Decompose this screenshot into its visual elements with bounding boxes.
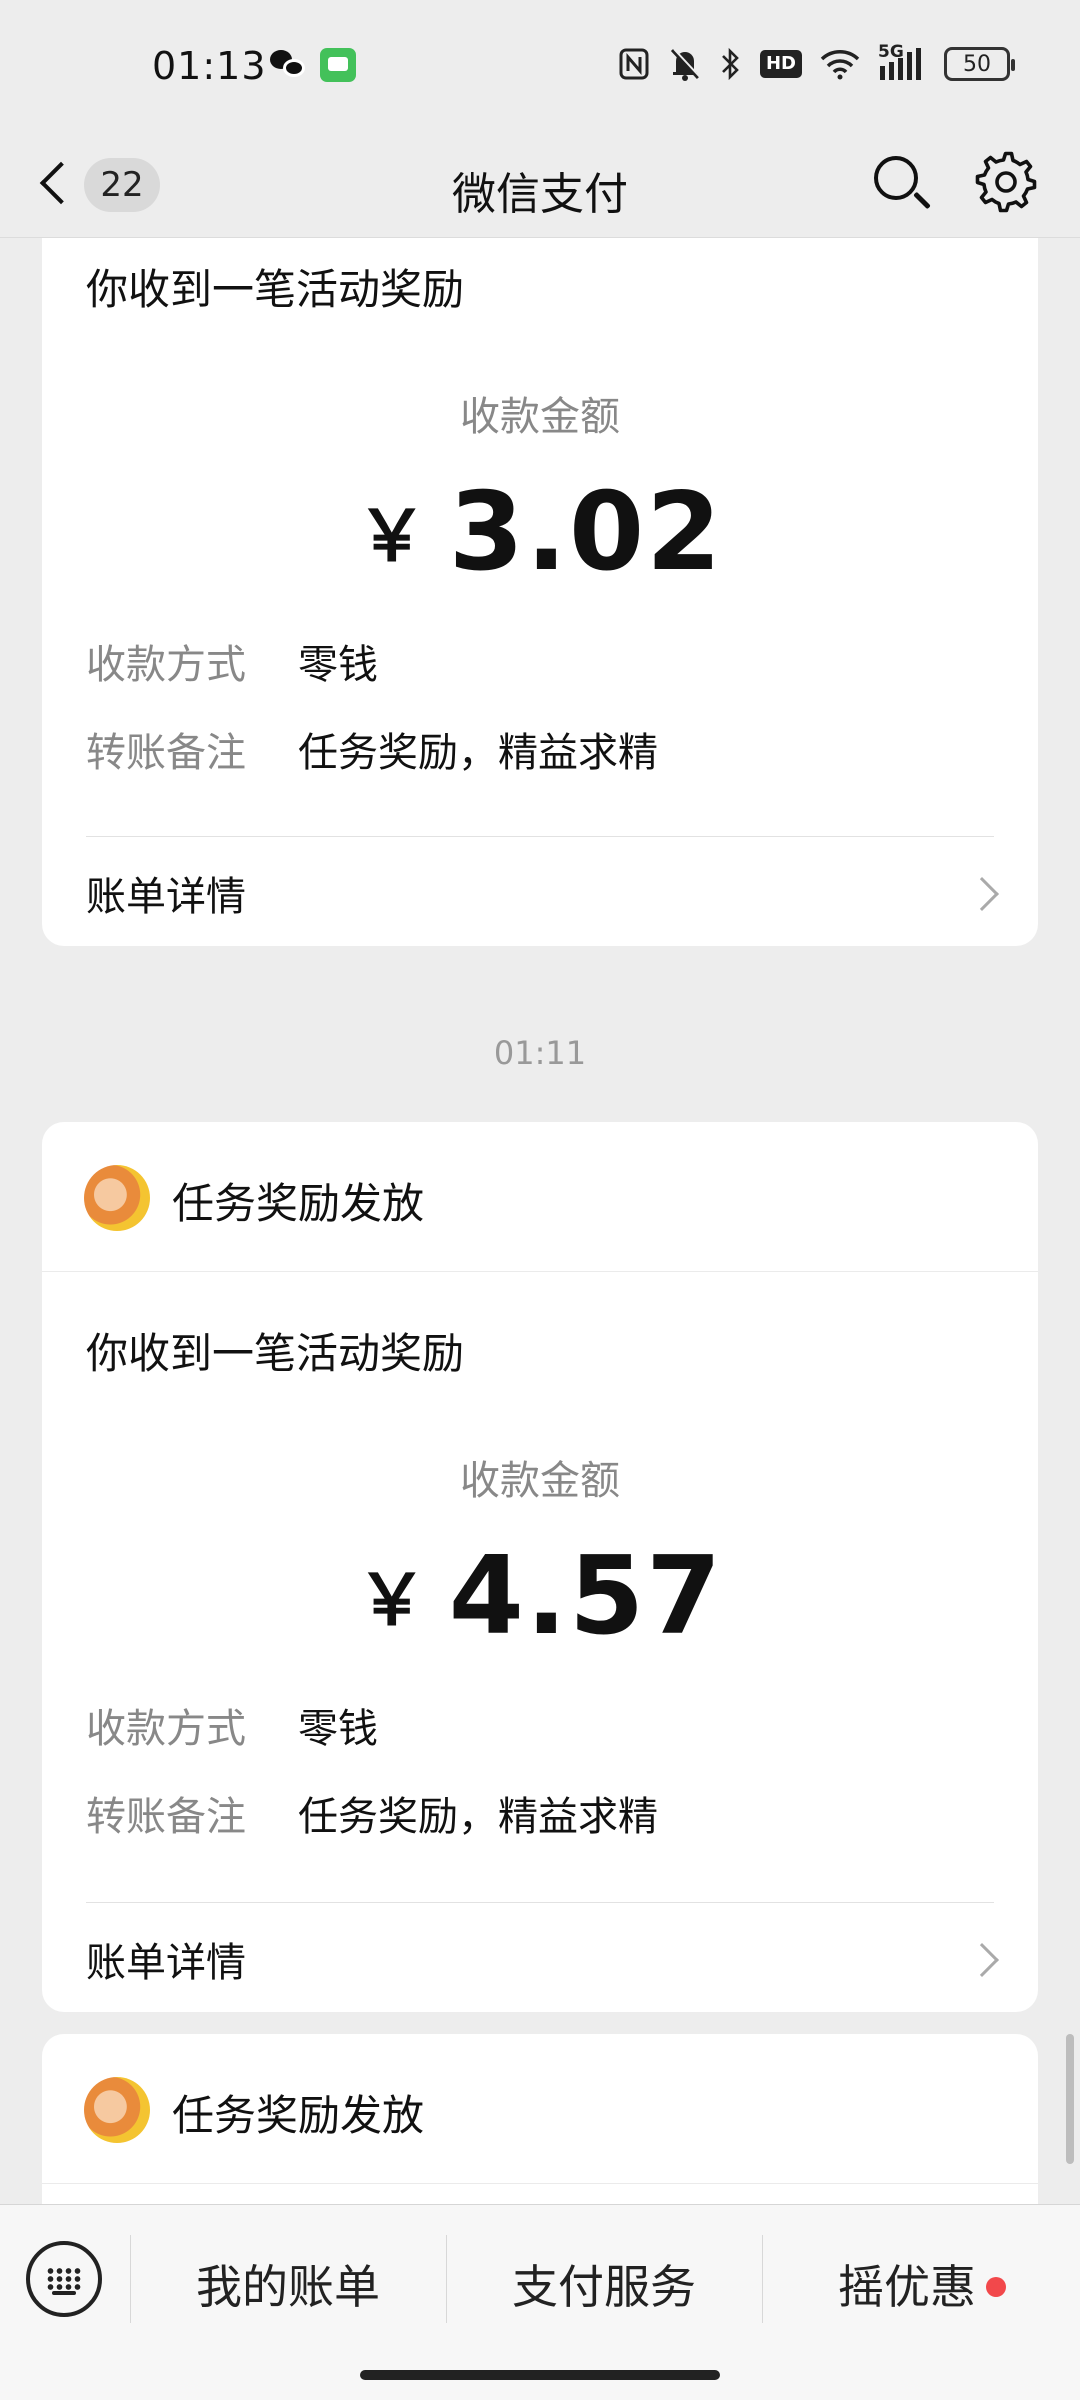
status-bar: 01:13 HD 5G 50 bbox=[0, 0, 1080, 130]
status-time: 01:13 bbox=[152, 44, 267, 88]
bill-details-row[interactable]: 账单详情 bbox=[42, 838, 1038, 946]
transfer-note-label: 转账备注 bbox=[86, 1794, 246, 1840]
bill-details-label: 账单详情 bbox=[86, 874, 246, 920]
amount-number: 3.02 bbox=[448, 470, 724, 595]
gear-icon bbox=[975, 151, 1037, 213]
transfer-note-label: 转账备注 bbox=[86, 730, 246, 776]
menu-payment-services[interactable]: 支付服务 bbox=[446, 2251, 762, 2317]
transfer-note-value: 任务奖励，精益求精 bbox=[298, 1794, 658, 1840]
chevron-right-icon bbox=[965, 1943, 999, 1977]
system-icons: HD 5G 50 bbox=[618, 42, 1015, 84]
battery-level: 50 bbox=[963, 51, 991, 77]
payment-card: 任务奖励发放 你收到一笔活动奖励 收款金额 ￥ 4.57 收款方式 零钱 转账备注… bbox=[42, 1122, 1038, 2012]
amount-value: ￥ 3.02 bbox=[42, 470, 1038, 595]
payment-method-label: 收款方式 bbox=[86, 642, 246, 688]
card-notice: 你收到一笔活动奖励 bbox=[86, 1329, 465, 1378]
notification-icons bbox=[270, 48, 356, 82]
hd-icon: HD bbox=[759, 50, 802, 78]
message-timestamp: 01:11 bbox=[493, 1034, 587, 1072]
nav-bar: 22 微信支付 bbox=[0, 130, 1080, 238]
sender-name: 任务奖励发放 bbox=[172, 1179, 425, 1228]
amount-label: 收款金额 bbox=[460, 1458, 620, 1504]
bluetooth-icon bbox=[722, 47, 739, 81]
sender-name: 任务奖励发放 bbox=[172, 2091, 425, 2140]
menu-shake-deals[interactable]: 摇优惠 bbox=[762, 2205, 1080, 2355]
bill-details-label: 账单详情 bbox=[86, 1940, 246, 1986]
signal-icon: 5G bbox=[878, 42, 926, 82]
payment-method-label: 收款方式 bbox=[86, 1706, 246, 1752]
bill-details-row[interactable]: 账单详情 bbox=[42, 1904, 1038, 2012]
payment-method-value: 零钱 bbox=[298, 642, 378, 688]
menu-shake-deals-label: 摇优惠 bbox=[838, 2260, 976, 2314]
sender-avatar bbox=[84, 2077, 150, 2143]
settings-button[interactable] bbox=[970, 146, 1042, 218]
payment-card: 你收到一笔活动奖励 收款金额 ￥ 3.02 收款方式 零钱 转账备注 任务奖励，精… bbox=[42, 238, 1038, 946]
chevron-right-icon bbox=[965, 877, 999, 911]
mute-icon bbox=[670, 48, 701, 81]
menu-my-bills[interactable]: 我的账单 bbox=[130, 2251, 446, 2317]
wechat-icon bbox=[270, 48, 306, 78]
wifi-icon bbox=[820, 50, 860, 80]
payment-method-value: 零钱 bbox=[298, 1706, 378, 1752]
divider bbox=[86, 1902, 994, 1903]
amount-label: 收款金额 bbox=[460, 394, 620, 440]
battery-icon: 50 bbox=[944, 47, 1015, 81]
card-notice: 你收到一笔活动奖励 bbox=[86, 265, 465, 314]
card-header: 任务奖励发放 bbox=[42, 2034, 1038, 2184]
sender-avatar bbox=[84, 1165, 150, 1231]
scrollbar[interactable] bbox=[1066, 2034, 1074, 2164]
search-button[interactable] bbox=[866, 148, 936, 218]
currency-symbol: ￥ bbox=[356, 495, 427, 577]
divider bbox=[86, 836, 994, 837]
card-header: 任务奖励发放 bbox=[42, 1122, 1038, 1272]
keyboard-toggle-button[interactable] bbox=[26, 2241, 102, 2317]
message-icon bbox=[320, 48, 356, 82]
home-indicator[interactable] bbox=[360, 2370, 720, 2380]
nfc-icon bbox=[619, 48, 649, 80]
notification-dot bbox=[986, 2277, 1006, 2297]
amount-value: ￥ 4.57 bbox=[42, 1534, 1038, 1659]
transfer-note-value: 任务奖励，精益求精 bbox=[298, 730, 658, 776]
payment-card: 任务奖励发放 bbox=[42, 2034, 1038, 2204]
amount-number: 4.57 bbox=[448, 1534, 724, 1659]
currency-symbol: ￥ bbox=[356, 1559, 427, 1641]
